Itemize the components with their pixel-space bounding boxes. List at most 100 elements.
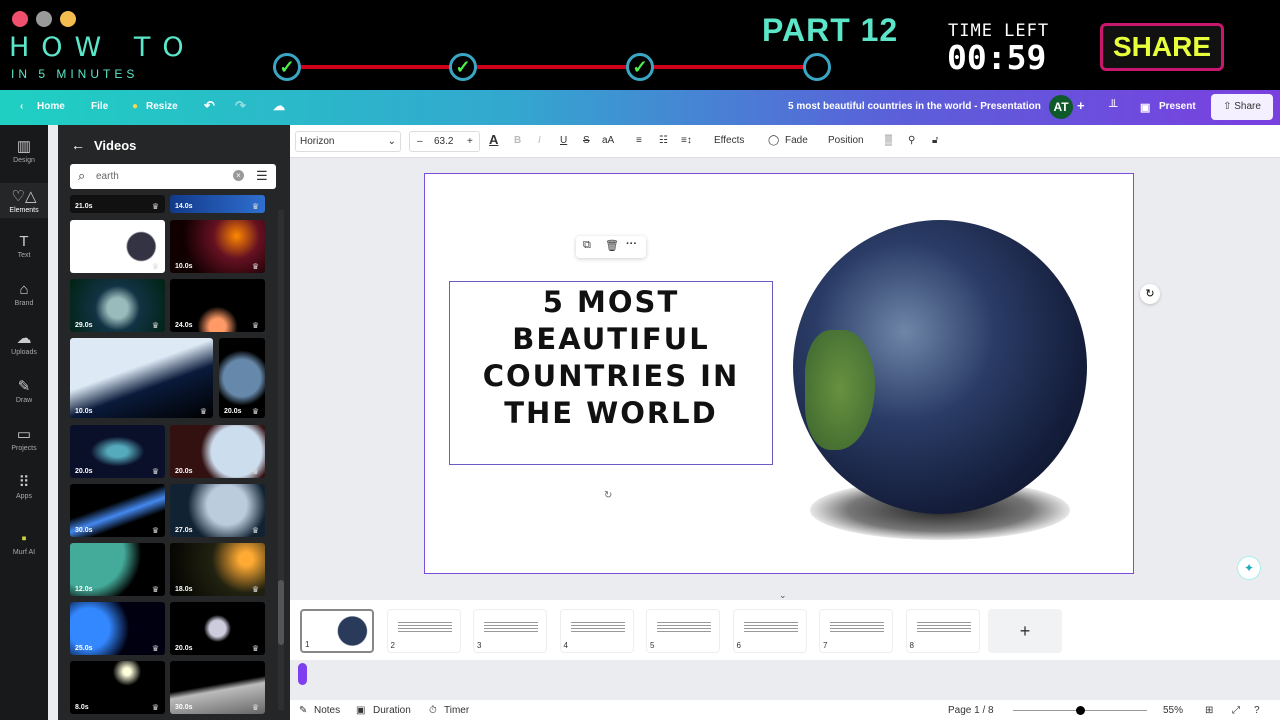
- video-tile[interactable]: 8.0s ♛: [70, 661, 165, 714]
- rail-brand[interactable]: ⌂ Brand: [0, 281, 48, 307]
- rail-elements[interactable]: ♡△ Elements: [0, 183, 48, 218]
- rail-murf-ai[interactable]: ▪ Murf AI: [0, 530, 48, 556]
- video-tile[interactable]: 30.0s ♛: [70, 484, 165, 537]
- video-tile[interactable]: 29.0s ♛: [70, 279, 165, 332]
- duplicate-icon[interactable]: ⧉: [583, 239, 591, 252]
- video-tile[interactable]: 24.0s ♛: [170, 279, 265, 332]
- video-duration: 30.0s: [75, 527, 93, 534]
- rail-label: Text: [17, 252, 31, 259]
- avatar[interactable]: AT: [1049, 95, 1073, 119]
- panel-scrollbar[interactable]: [278, 210, 284, 710]
- page-thumbnail[interactable]: 8: [905, 609, 980, 653]
- align-center-icon[interactable]: ≡: [636, 135, 642, 146]
- search-input[interactable]: ⌕ earth × ☰: [70, 164, 276, 189]
- font-size-stepper[interactable]: – 63.2 +: [409, 131, 480, 152]
- rail-uploads[interactable]: ☁ Uploads: [0, 329, 48, 356]
- rail-projects[interactable]: ▭ Projects: [0, 425, 48, 452]
- share-button[interactable]: ⇧ Share: [1211, 94, 1273, 120]
- maximize-window-dot[interactable]: [60, 11, 76, 27]
- italic-icon[interactable]: I: [538, 135, 541, 146]
- rotate-handle-icon[interactable]: ↻: [604, 490, 612, 501]
- transparency-icon[interactable]: ▒: [885, 135, 892, 146]
- video-tile[interactable]: 21.0s ♛: [70, 195, 165, 213]
- resize-menu[interactable]: Resize: [146, 101, 178, 112]
- back-arrow-icon[interactable]: ←: [71, 137, 85, 153]
- duration-button[interactable]: Duration: [373, 705, 411, 716]
- grid-view-icon[interactable]: ⊞: [1205, 705, 1213, 716]
- video-tile[interactable]: 30.0s ♛: [170, 661, 265, 714]
- refresh-icon[interactable]: ↻: [1140, 284, 1160, 304]
- zoom-level[interactable]: 55%: [1163, 705, 1183, 716]
- document-title[interactable]: 5 most beautiful countries in the world …: [788, 101, 1041, 112]
- position-button[interactable]: Position: [828, 135, 864, 146]
- slide-title[interactable]: 5 MOST BEAUTIFUL COUNTRIES IN THE WORLD: [450, 282, 772, 432]
- video-tile[interactable]: 10.0s ♛: [170, 220, 265, 273]
- share-neon-sign: SHARE: [1100, 23, 1224, 71]
- video-tile[interactable]: 18.0s ♛: [170, 543, 265, 596]
- spacing-icon[interactable]: ≡↕: [681, 135, 692, 146]
- font-dropdown[interactable]: Horizon ⌄: [295, 131, 401, 152]
- page-thumbnail[interactable]: 7: [819, 609, 893, 653]
- clear-search-icon[interactable]: ×: [233, 170, 244, 181]
- back-chevron-icon[interactable]: ‹: [20, 101, 23, 112]
- paint-roller-icon[interactable]: ⚲: [908, 135, 915, 146]
- page-thumbnail[interactable]: 4: [559, 609, 634, 653]
- rail-design[interactable]: ▥ Design: [0, 137, 48, 164]
- video-tile[interactable]: 20.0s ♛: [170, 602, 265, 655]
- redo-icon[interactable]: ↷: [235, 98, 246, 114]
- text-color-icon[interactable]: A: [489, 132, 498, 147]
- bold-icon[interactable]: B: [514, 135, 521, 146]
- title-text-box[interactable]: 5 MOST BEAUTIFUL COUNTRIES IN THE WORLD: [449, 281, 773, 465]
- notes-button[interactable]: Notes: [314, 705, 340, 716]
- trash-icon[interactable]: 🗑︎: [605, 239, 619, 252]
- page-thumbnail[interactable]: 6: [732, 609, 807, 653]
- case-icon[interactable]: aA: [602, 135, 614, 146]
- magic-assistant-icon[interactable]: ✦: [1237, 556, 1261, 580]
- video-tile[interactable]: 20.0s ♛: [70, 425, 165, 478]
- add-page-button[interactable]: +: [988, 609, 1062, 653]
- file-menu[interactable]: File: [91, 101, 108, 112]
- increase-size-button[interactable]: +: [467, 136, 473, 147]
- page-number: 4: [563, 641, 568, 650]
- page-thumbnail[interactable]: 5: [646, 609, 720, 653]
- add-collaborator-icon[interactable]: +: [1077, 98, 1085, 113]
- zoom-slider-knob[interactable]: [1075, 706, 1085, 715]
- video-tile[interactable]: 10.0s ♛: [70, 338, 213, 418]
- list-icon[interactable]: ☷: [659, 135, 668, 146]
- video-tile[interactable]: 20.0s ♛: [219, 338, 265, 418]
- fullscreen-icon[interactable]: ⤢: [1232, 705, 1240, 716]
- minimize-window-dot[interactable]: [36, 11, 52, 27]
- timeline-handle[interactable]: [298, 663, 307, 685]
- insights-icon[interactable]: ╨: [1109, 99, 1118, 113]
- page-thumbnail[interactable]: 3: [473, 609, 547, 653]
- page-thumbnail[interactable]: 1: [300, 609, 374, 653]
- zoom-slider[interactable]: [1013, 706, 1147, 715]
- help-icon[interactable]: ?: [1254, 705, 1260, 716]
- page-thumbnail[interactable]: 2: [386, 609, 461, 653]
- lock-icon[interactable]: 🔓︎: [932, 135, 938, 146]
- video-duration: 20.0s: [75, 468, 93, 475]
- present-button[interactable]: Present: [1159, 101, 1196, 112]
- close-window-dot[interactable]: [12, 11, 28, 27]
- video-tile[interactable]: 25.0s ♛: [70, 602, 165, 655]
- effects-button[interactable]: Effects: [714, 135, 744, 146]
- video-tile[interactable]: 20.0s ♛: [170, 425, 265, 478]
- timer-button[interactable]: Timer: [444, 705, 469, 716]
- video-tile[interactable]: 27.0s ♛: [170, 484, 265, 537]
- video-tile[interactable]: 14.0s ♛: [170, 195, 265, 213]
- filter-icon[interactable]: ☰: [256, 168, 268, 184]
- undo-icon[interactable]: ↶: [204, 98, 215, 114]
- step-check-icon: ✓: [626, 53, 654, 81]
- home-menu[interactable]: Home: [37, 101, 65, 112]
- rail-draw[interactable]: ✎ Draw: [0, 377, 48, 404]
- more-options-icon[interactable]: ···: [626, 238, 637, 250]
- strikethrough-icon[interactable]: S: [583, 135, 590, 146]
- rail-apps[interactable]: ⠿ Apps: [0, 473, 48, 500]
- font-size-value[interactable]: 63.2: [434, 136, 453, 147]
- decrease-size-button[interactable]: –: [417, 136, 423, 147]
- rail-text[interactable]: T Text: [0, 233, 48, 259]
- video-tile[interactable]: 28.0s ♛: [70, 220, 165, 273]
- video-tile[interactable]: 12.0s ♛: [70, 543, 165, 596]
- fade-button[interactable]: Fade: [785, 135, 808, 146]
- underline-icon[interactable]: U: [560, 135, 567, 146]
